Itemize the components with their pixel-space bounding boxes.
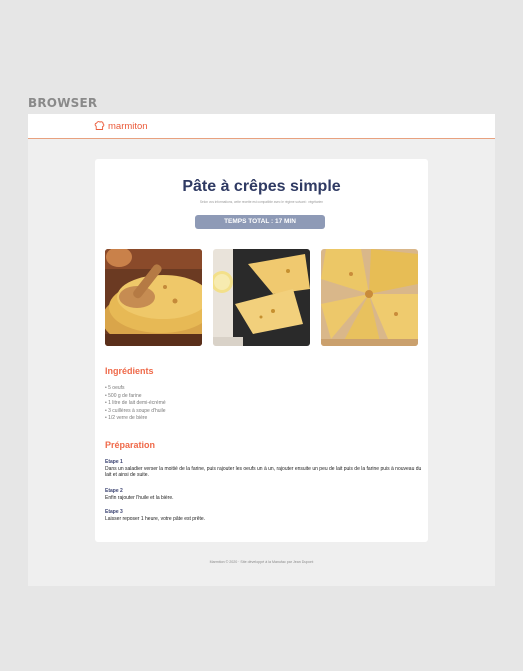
recipe-photo-crepes-board[interactable]: [321, 249, 418, 346]
site-logo[interactable]: marmiton: [94, 120, 148, 132]
step-text: Enfin rajouter l'huile et la bière.: [105, 494, 174, 501]
step-block: Etape 3 Laisser reposer 1 heure, votre p…: [105, 509, 422, 522]
ingredients-list: • 5 oeufs • 500 g de farine • 1 litre de…: [105, 385, 166, 423]
ingredient-item: • 1/2 verre de bière: [105, 415, 148, 421]
ingredients-heading: Ingrédients: [105, 366, 154, 376]
step-text: Dans un saladier verser la moitié de la …: [105, 465, 422, 479]
ingredient-item: • 500 g de farine: [105, 392, 142, 399]
recipe-card: Pâte à crêpes simple Selon vos informati…: [95, 159, 428, 542]
ingredient-item: • 5 oeufs: [105, 385, 125, 391]
page-footer: Marmiton © 2020 · Site développé à la Ma…: [209, 560, 314, 564]
logo-text: marmiton: [108, 121, 148, 132]
recipe-diet-note: Selon vos informations, cette recette es…: [199, 200, 324, 204]
chef-hat-icon: [94, 118, 105, 136]
browser-window: marmiton Pâte à crêpes simple Selon vos …: [28, 114, 495, 586]
preparation-heading: Préparation: [105, 440, 156, 450]
recipe-title: Pâte à crêpes simple: [182, 178, 341, 195]
ingredient-item: • 1 litre de lait demi-écrémé: [105, 400, 166, 406]
total-time-button[interactable]: TEMPS TOTAL : 17 MIN: [195, 215, 325, 229]
browser-frame-label: BROWSER: [28, 96, 98, 110]
step-text: Laisser reposer 1 heure, votre pâte est …: [105, 515, 206, 522]
step-block: Etape 1 Dans un saladier verser la moiti…: [105, 459, 422, 479]
site-header: marmiton: [28, 114, 495, 139]
recipe-photo-crepes-lemon[interactable]: [213, 249, 310, 346]
step-block: Etape 2 Enfin rajouter l'huile et la biè…: [105, 488, 422, 501]
ingredient-item: • 3 cuillères à soupe d'huile: [105, 407, 166, 414]
recipe-photo-crepes-stack[interactable]: [105, 249, 202, 346]
